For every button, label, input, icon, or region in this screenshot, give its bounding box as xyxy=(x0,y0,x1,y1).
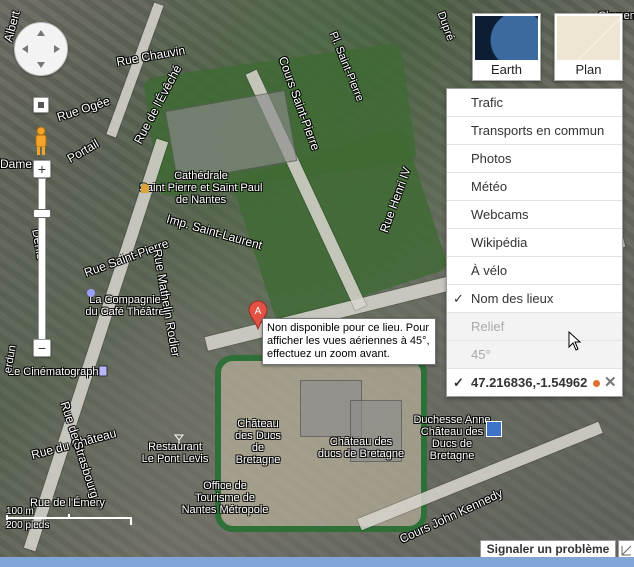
checkmark-icon: ✓ xyxy=(453,375,464,390)
menu-item-label: Photos xyxy=(471,151,512,166)
zoom-slider-track[interactable] xyxy=(38,178,46,345)
plan-thumbnail xyxy=(557,16,620,60)
menu-item-label: À vélo xyxy=(471,263,508,278)
menu-item-label: Wikipédia xyxy=(471,235,528,250)
poi-chateau-label[interactable]: Château des Ducs de Bretagne xyxy=(228,418,288,466)
pan-control[interactable] xyxy=(14,22,68,76)
plan-view-button[interactable]: Plan xyxy=(554,13,623,81)
cinema-icon[interactable] xyxy=(98,364,108,377)
zoom-in-button[interactable]: + xyxy=(33,160,51,178)
earth-view-label: Earth xyxy=(490,62,523,77)
menu-item-meteo[interactable]: Météo xyxy=(447,173,622,201)
scale-metric-label: 100 m xyxy=(6,506,34,517)
transit-icon[interactable] xyxy=(486,421,502,437)
aerial-view-tooltip: Non disponible pour ce lieu. Pour affich… xyxy=(262,318,436,365)
checkmark-icon: ✓ xyxy=(453,291,464,306)
menu-item-photos[interactable]: Photos xyxy=(447,145,622,173)
mouse-pointer-icon xyxy=(568,330,582,351)
menu-item-wikipedia[interactable]: Wikipédia xyxy=(447,229,622,257)
poi-chateau-label[interactable]: Château des ducs de Bretagne xyxy=(316,436,406,460)
poi-cathedral-label[interactable]: Cathédrale Saint Pierre et Saint Paul de… xyxy=(136,170,266,206)
svg-text:A: A xyxy=(255,306,262,317)
map-canvas[interactable]: Albert Rue Chauvin Rue Ogée Portail Dame… xyxy=(0,0,634,567)
scale-bar: 100 m 200 pieds xyxy=(6,500,132,531)
poi-restaurant-label[interactable]: Restaurant Le Pont Levis xyxy=(140,441,210,465)
plan-view-label: Plan xyxy=(575,62,602,77)
menu-item-webcams[interactable]: Webcams xyxy=(447,201,622,229)
poi-cinema-label[interactable]: Le Cinématographe xyxy=(8,366,105,378)
earth-thumbnail xyxy=(475,16,538,60)
reset-view-button[interactable] xyxy=(33,97,49,113)
zoom-out-button[interactable]: − xyxy=(33,339,51,357)
layers-menu: Trafic Transports en commun Photos Météo… xyxy=(446,88,623,397)
bottom-bar xyxy=(0,557,634,567)
menu-item-label: 45° xyxy=(471,347,491,362)
poi-duchesse-anne-label[interactable]: Duchesse Anne Château des Ducs de Bretag… xyxy=(412,414,492,462)
menu-item-nom-des-lieux[interactable]: ✓ Nom des lieux xyxy=(447,285,622,313)
location-dot-icon xyxy=(593,380,600,387)
menu-item-45-degrees[interactable]: 45° xyxy=(447,341,622,369)
menu-item-label: Trafic xyxy=(471,95,504,110)
menu-item-label: Météo xyxy=(471,179,508,194)
coordinates-text: 47.216836,-1.54962 xyxy=(471,375,588,390)
menu-item-trafic[interactable]: Trafic xyxy=(447,89,622,117)
menu-item-label: Webcams xyxy=(471,207,529,222)
menu-item-velo[interactable]: À vélo xyxy=(447,257,622,285)
close-icon[interactable]: ✕ xyxy=(604,369,617,396)
menu-item-relief[interactable]: Relief xyxy=(447,313,622,341)
menu-item-label: Relief xyxy=(471,319,505,334)
menu-item-label: Transports en commun xyxy=(471,123,605,138)
restaurant-icon[interactable] xyxy=(173,431,185,444)
menu-item-coordinates[interactable]: ✓ 47.216836,-1.54962 ✕ xyxy=(447,369,622,396)
pegman-icon[interactable] xyxy=(33,126,49,156)
poi-tourist-office-label[interactable]: Office de Tourisme de Nantes Métropole xyxy=(180,480,270,516)
church-icon[interactable] xyxy=(140,180,150,193)
zoom-slider-thumb[interactable] xyxy=(33,209,51,218)
menu-item-label: Nom des lieux xyxy=(471,291,554,306)
street-label: Dame xyxy=(0,157,33,171)
menu-item-transports[interactable]: Transports en commun xyxy=(447,117,622,145)
theatre-icon[interactable] xyxy=(86,285,96,297)
scale-imperial-label: 200 pieds xyxy=(6,520,50,531)
earth-view-button[interactable]: Earth xyxy=(472,13,541,81)
